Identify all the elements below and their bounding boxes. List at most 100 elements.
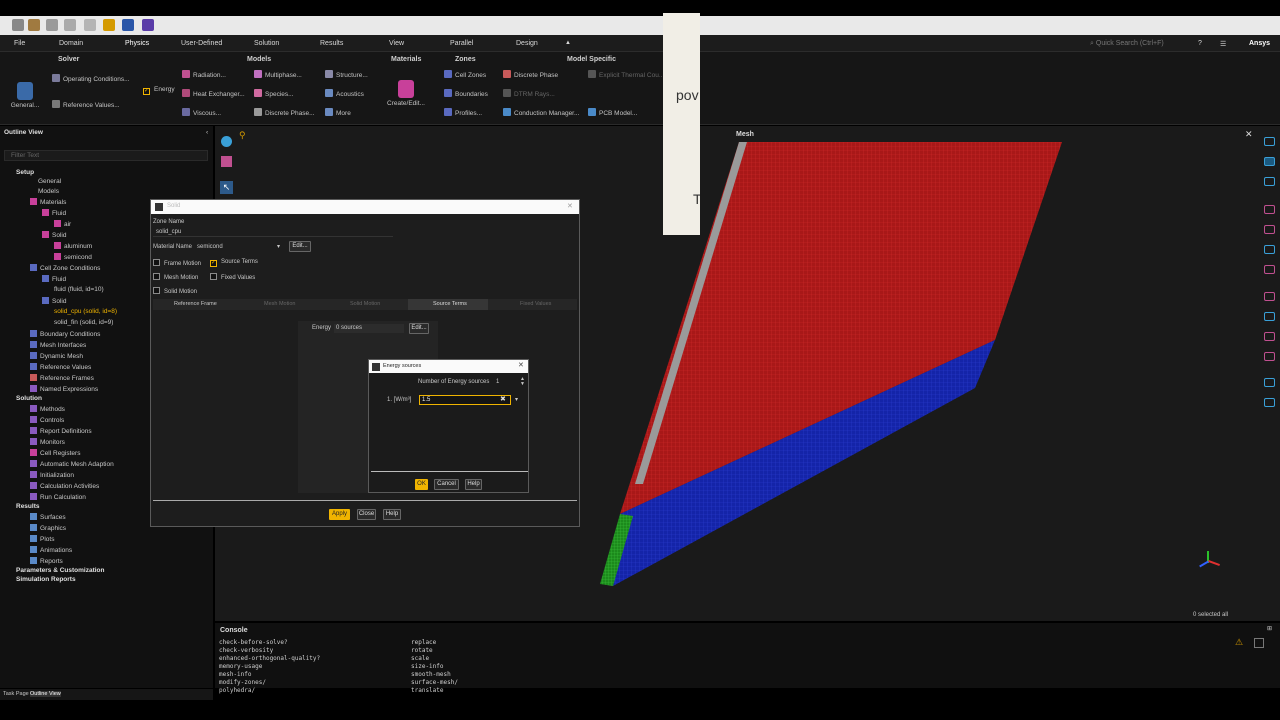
solid-motion-checkbox[interactable]: Solid Motion: [153, 287, 197, 295]
view-tool-9-icon[interactable]: [1264, 312, 1275, 321]
energy-sources-close-icon[interactable]: ✕: [518, 361, 524, 369]
filter-text-input[interactable]: Filter Text: [4, 150, 208, 161]
tree-cell-registers[interactable]: Cell Registers: [30, 449, 80, 457]
tree-fluid-10[interactable]: fluid (fluid, id=10): [54, 286, 104, 293]
more-models-button[interactable]: More: [325, 108, 351, 117]
search-input[interactable]: ⌕ Quick Search (Ctrl+F): [1090, 40, 1164, 48]
solid-dialog-close-icon[interactable]: ✕: [567, 202, 573, 210]
tab-outline-view[interactable]: Outline View: [30, 691, 61, 697]
tree-simulation-reports[interactable]: Simulation Reports: [16, 576, 76, 583]
close-button[interactable]: Close: [357, 509, 376, 520]
solid-dialog-titlebar[interactable]: Solid ✕: [151, 200, 579, 214]
warning-icon[interactable]: ⚠: [1235, 637, 1243, 648]
apply-button[interactable]: Apply: [329, 509, 350, 520]
tree-report-definitions[interactable]: Report Definitions: [30, 427, 92, 435]
tree-graphics[interactable]: Graphics: [30, 524, 66, 532]
create-edit-materials-button[interactable]: Create/Edit...: [387, 80, 425, 107]
help-button[interactable]: Help: [383, 509, 401, 520]
view-tool-11-icon[interactable]: [1264, 352, 1275, 361]
tree-solid-fin[interactable]: solid_fin (solid, id=9): [54, 319, 113, 326]
tree-general[interactable]: General: [38, 178, 61, 185]
view-tool-13-icon[interactable]: [1264, 398, 1275, 407]
layout-icon[interactable]: [122, 19, 134, 31]
tab-task-page[interactable]: Task Page: [3, 691, 29, 697]
menu-user-defined[interactable]: User-Defined: [181, 40, 222, 47]
mesh-motion-checkbox[interactable]: Mesh Motion: [153, 273, 198, 281]
window-icon[interactable]: [142, 19, 154, 31]
view-tool-6-icon[interactable]: [1264, 245, 1275, 254]
open-icon[interactable]: [28, 19, 40, 31]
tree-materials[interactable]: Materials: [30, 198, 66, 206]
menu-design[interactable]: Design: [516, 40, 538, 47]
tree-monitors[interactable]: Monitors: [30, 438, 65, 446]
tree-mesh-interfaces[interactable]: Mesh Interfaces: [30, 341, 86, 349]
tree-automatic-mesh-adaption[interactable]: Automatic Mesh Adaption: [30, 460, 114, 468]
help-icon[interactable]: ?: [1198, 40, 1202, 47]
new-icon[interactable]: [12, 19, 24, 31]
pcb-model-button[interactable]: PCB Model...: [588, 108, 637, 117]
tree-fluid-zone[interactable]: Fluid: [42, 275, 66, 283]
viscous-button[interactable]: Viscous...: [182, 108, 221, 117]
tree-models[interactable]: Models: [38, 188, 59, 195]
tree-air[interactable]: air: [54, 220, 71, 228]
menu-parallel[interactable]: Parallel: [450, 40, 473, 47]
conduction-manager-button[interactable]: Conduction Manager...: [503, 108, 579, 117]
multiphase-button[interactable]: Multiphase...: [254, 70, 302, 79]
view-tool-4-icon[interactable]: [1264, 205, 1275, 214]
tab-fixed-values[interactable]: Fixed Values: [520, 301, 551, 307]
tree-reference-values[interactable]: Reference Values: [30, 363, 91, 371]
tree-solid-zone[interactable]: Solid: [42, 297, 66, 305]
save-as-icon[interactable]: [64, 19, 76, 31]
num-sources-value[interactable]: 1: [496, 379, 499, 385]
tree-solution[interactable]: Solution: [16, 395, 42, 402]
frame-motion-checkbox[interactable]: Frame Motion: [153, 259, 201, 267]
clear-input-icon[interactable]: ✖: [500, 395, 506, 403]
boundaries-button[interactable]: Boundaries: [444, 89, 488, 98]
view-tool-7-icon[interactable]: [1264, 265, 1275, 274]
tree-setup[interactable]: Setup: [16, 169, 34, 176]
view-tool-12-icon[interactable]: [1264, 378, 1275, 387]
tree-results[interactable]: Results: [16, 503, 39, 510]
structure-button[interactable]: Structure...: [325, 70, 368, 79]
tree-aluminum[interactable]: aluminum: [54, 242, 92, 250]
energy-help-button[interactable]: Help: [465, 479, 482, 490]
source-terms-checkbox[interactable]: ✓ Source Terms: [210, 259, 258, 267]
tree-plots[interactable]: Plots: [30, 535, 54, 543]
acoustics-button[interactable]: Acoustics: [325, 89, 364, 98]
explicit-thermal-button[interactable]: Explicit Thermal Cou...: [588, 70, 664, 79]
source-method-dropdown-icon[interactable]: ▾: [515, 396, 518, 403]
tree-animations[interactable]: Animations: [30, 546, 72, 554]
discrete-phase-specific-button[interactable]: Discrete Phase: [503, 70, 558, 79]
console-resize-icon[interactable]: ⊞: [1267, 625, 1272, 632]
view-tool-2-icon[interactable]: [1264, 157, 1275, 166]
menu-file[interactable]: File: [14, 40, 25, 47]
tree-surfaces[interactable]: Surfaces: [30, 513, 66, 521]
tree-initialization[interactable]: Initialization: [30, 471, 74, 479]
menu-results[interactable]: Results: [320, 40, 343, 47]
num-sources-spinner-icon[interactable]: ▲ ▼: [520, 377, 525, 387]
tree-boundary-conditions[interactable]: Boundary Conditions: [30, 330, 100, 338]
settings-gear-icon[interactable]: ☰: [1220, 40, 1226, 48]
tab-source-terms[interactable]: Source Terms: [433, 301, 467, 307]
view-tool-1-icon[interactable]: [1264, 137, 1275, 146]
view-tool-3-icon[interactable]: [1264, 177, 1275, 186]
tree-named-expressions[interactable]: Named Expressions: [30, 385, 98, 393]
source-value-input[interactable]: 1.5 ✖: [419, 395, 511, 405]
species-button[interactable]: Species...: [254, 89, 294, 98]
menu-solution[interactable]: Solution: [254, 40, 279, 47]
operating-conditions-button[interactable]: Operating Conditions...: [52, 74, 129, 83]
tree-reference-frames[interactable]: Reference Frames: [30, 374, 94, 382]
tree-methods[interactable]: Methods: [30, 405, 65, 413]
tree-parameters[interactable]: Parameters & Customization: [16, 567, 105, 574]
view-tool-5-icon[interactable]: [1264, 225, 1275, 234]
tree-fluid-materials[interactable]: Fluid: [42, 209, 66, 217]
save-icon[interactable]: [46, 19, 58, 31]
discrete-phase-button[interactable]: Discrete Phase...: [254, 108, 315, 117]
ok-button[interactable]: OK: [415, 479, 428, 490]
ansys-logo-icon[interactable]: [103, 19, 115, 31]
tree-semicond[interactable]: semicond: [54, 253, 92, 261]
tree-cell-zone-conditions[interactable]: Cell Zone Conditions: [30, 264, 100, 272]
material-name-dropdown[interactable]: semicond ▾: [195, 243, 285, 252]
cell-zones-button[interactable]: Cell Zones: [444, 70, 486, 79]
console-clear-icon[interactable]: [1254, 638, 1264, 648]
